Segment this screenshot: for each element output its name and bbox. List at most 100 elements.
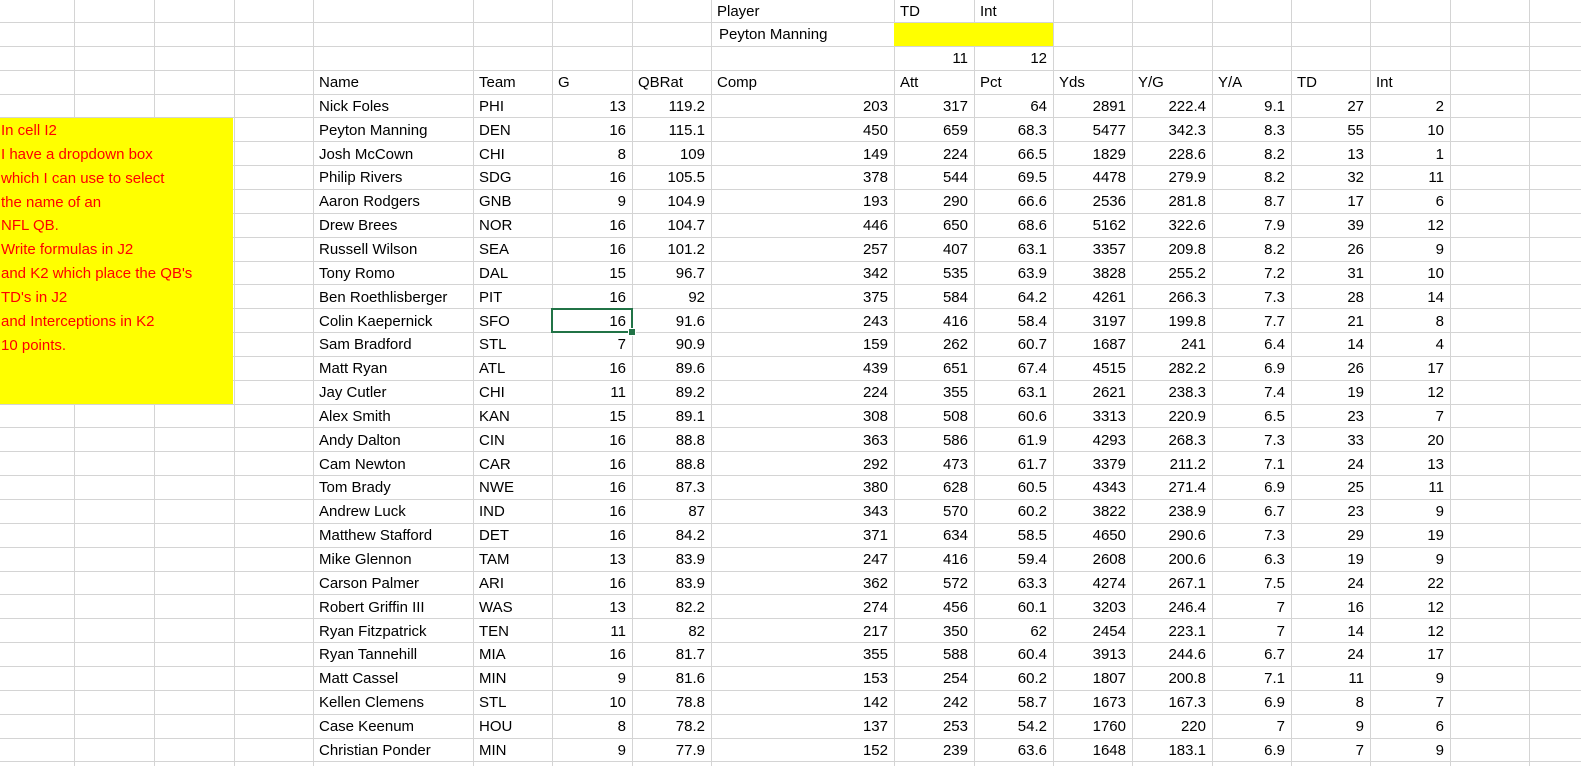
stat-cell[interactable]: 239 [894,739,974,762]
stat-cell[interactable]: 8 [552,715,632,738]
player-name-cell[interactable]: Matt Ryan [313,357,473,380]
stat-cell[interactable]: 407 [894,238,974,261]
stat-cell[interactable]: 7.3 [1212,524,1291,547]
stat-cell[interactable]: 446 [711,214,894,237]
player-name-cell[interactable]: Mike Glennon [313,548,473,571]
stat-cell[interactable]: SDG [473,166,552,189]
stat-cell[interactable]: 2 [1370,95,1450,118]
stat-cell[interactable]: 9 [1370,548,1450,571]
stat-cell[interactable]: DAL [473,262,552,285]
stat-cell[interactable]: 61.7 [974,453,1053,476]
stat-cell[interactable]: CHI [473,381,552,404]
player-name-cell[interactable]: Peyton Manning [313,119,473,142]
stat-cell[interactable]: 88.8 [632,429,711,452]
stat-cell[interactable]: 81.7 [632,643,711,666]
stat-cell[interactable]: 21 [1291,310,1370,333]
stat-cell[interactable]: 16 [552,643,632,666]
stat-cell[interactable]: 10 [552,691,632,714]
stat-cell[interactable]: 355 [711,643,894,666]
stat-cell[interactable]: 8 [1370,310,1450,333]
stat-cell[interactable]: 31 [1291,262,1370,285]
stat-cell[interactable]: 268.3 [1132,429,1212,452]
stat-cell[interactable]: 634 [894,524,974,547]
stat-cell[interactable]: 7.7 [1212,310,1291,333]
stat-cell[interactable]: 13 [552,95,632,118]
stat-cell[interactable]: 2536 [1053,190,1132,213]
stat-cell[interactable]: 24 [1291,643,1370,666]
stat-cell[interactable]: 254 [894,667,974,690]
stat-cell[interactable]: 247 [711,548,894,571]
stat-cell[interactable]: 290.6 [1132,524,1212,547]
stat-cell[interactable]: 3822 [1053,500,1132,523]
stat-cell[interactable]: 59.4 [974,548,1053,571]
stat-cell[interactable]: 220 [1132,715,1212,738]
stat-cell[interactable]: 6.5 [1212,405,1291,428]
stat-cell[interactable]: 7.5 [1212,572,1291,595]
stat-cell[interactable]: 224 [711,381,894,404]
stat-cell[interactable]: 416 [894,548,974,571]
stat-cell[interactable]: 380 [711,476,894,499]
stat-cell[interactable]: 84.2 [632,524,711,547]
stat-cell[interactable]: 244.6 [1132,643,1212,666]
stat-cell[interactable]: 7 [1212,620,1291,643]
stat-cell[interactable]: 24 [1291,572,1370,595]
stat-cell[interactable]: 88.8 [632,453,711,476]
stat-cell[interactable]: 371 [711,524,894,547]
stat-cell[interactable]: 82.2 [632,596,711,619]
stat-cell[interactable]: 66.6 [974,190,1053,213]
stat-cell[interactable]: 7.9 [1212,214,1291,237]
player-name-cell[interactable]: Carson Palmer [313,572,473,595]
stat-cell[interactable]: 17 [1370,357,1450,380]
stat-cell[interactable]: 11 [1370,166,1450,189]
stat-cell[interactable]: 257 [711,238,894,261]
stat-cell[interactable]: 1829 [1053,143,1132,166]
stat-cell[interactable]: 7 [1291,739,1370,762]
stat-cell[interactable]: 7 [1370,691,1450,714]
stat-cell[interactable]: 16 [552,500,632,523]
stat-cell[interactable]: TAM [473,548,552,571]
stat-cell[interactable]: 535 [894,262,974,285]
column-header[interactable]: Y/G [1132,71,1212,94]
stat-cell[interactable]: 262 [894,333,974,356]
stat-cell[interactable]: 9 [1370,500,1450,523]
player-name-cell[interactable]: Colin Kaepernick [313,310,473,333]
stat-cell[interactable]: 13 [1291,143,1370,166]
stat-cell[interactable]: 544 [894,166,974,189]
stat-cell[interactable]: 64.2 [974,286,1053,309]
stat-cell[interactable]: 4274 [1053,572,1132,595]
stat-cell[interactable]: 588 [894,643,974,666]
player-name-cell[interactable]: Aaron Rodgers [313,190,473,213]
stat-cell[interactable]: KAN [473,405,552,428]
stat-cell[interactable]: 68.3 [974,119,1053,142]
stat-cell[interactable]: 222.4 [1132,95,1212,118]
stat-cell[interactable]: SFO [473,310,552,333]
stat-cell[interactable]: 13 [1370,453,1450,476]
stat-cell[interactable]: 628 [894,476,974,499]
stat-cell[interactable]: 6.9 [1212,739,1291,762]
td-answer-cell[interactable] [894,23,974,46]
stat-cell[interactable]: 167.3 [1132,691,1212,714]
stat-cell[interactable]: STL [473,691,552,714]
stat-cell[interactable]: 5477 [1053,119,1132,142]
stat-cell[interactable]: 473 [894,453,974,476]
stat-cell[interactable]: 15 [552,262,632,285]
player-name-cell[interactable]: Robert Griffin III [313,596,473,619]
stat-cell[interactable]: 16 [552,357,632,380]
player-name-cell[interactable]: Christian Ponder [313,739,473,762]
stat-cell[interactable]: 362 [711,572,894,595]
stat-cell[interactable]: 63.1 [974,381,1053,404]
stat-cell[interactable]: 267.1 [1132,572,1212,595]
stat-cell[interactable]: 9 [1291,715,1370,738]
stat-cell[interactable]: STL [473,333,552,356]
stat-cell[interactable]: 90.9 [632,333,711,356]
stat-cell[interactable]: 238.9 [1132,500,1212,523]
stat-cell[interactable]: 209.8 [1132,238,1212,261]
stat-cell[interactable]: MIN [473,667,552,690]
stat-cell[interactable]: 282.2 [1132,357,1212,380]
stat-cell[interactable]: 255.2 [1132,262,1212,285]
stat-cell[interactable]: 271.4 [1132,476,1212,499]
stat-cell[interactable]: 13 [552,548,632,571]
stat-cell[interactable]: CIN [473,429,552,452]
stat-cell[interactable]: 19 [1291,381,1370,404]
stat-cell[interactable]: 246.4 [1132,596,1212,619]
